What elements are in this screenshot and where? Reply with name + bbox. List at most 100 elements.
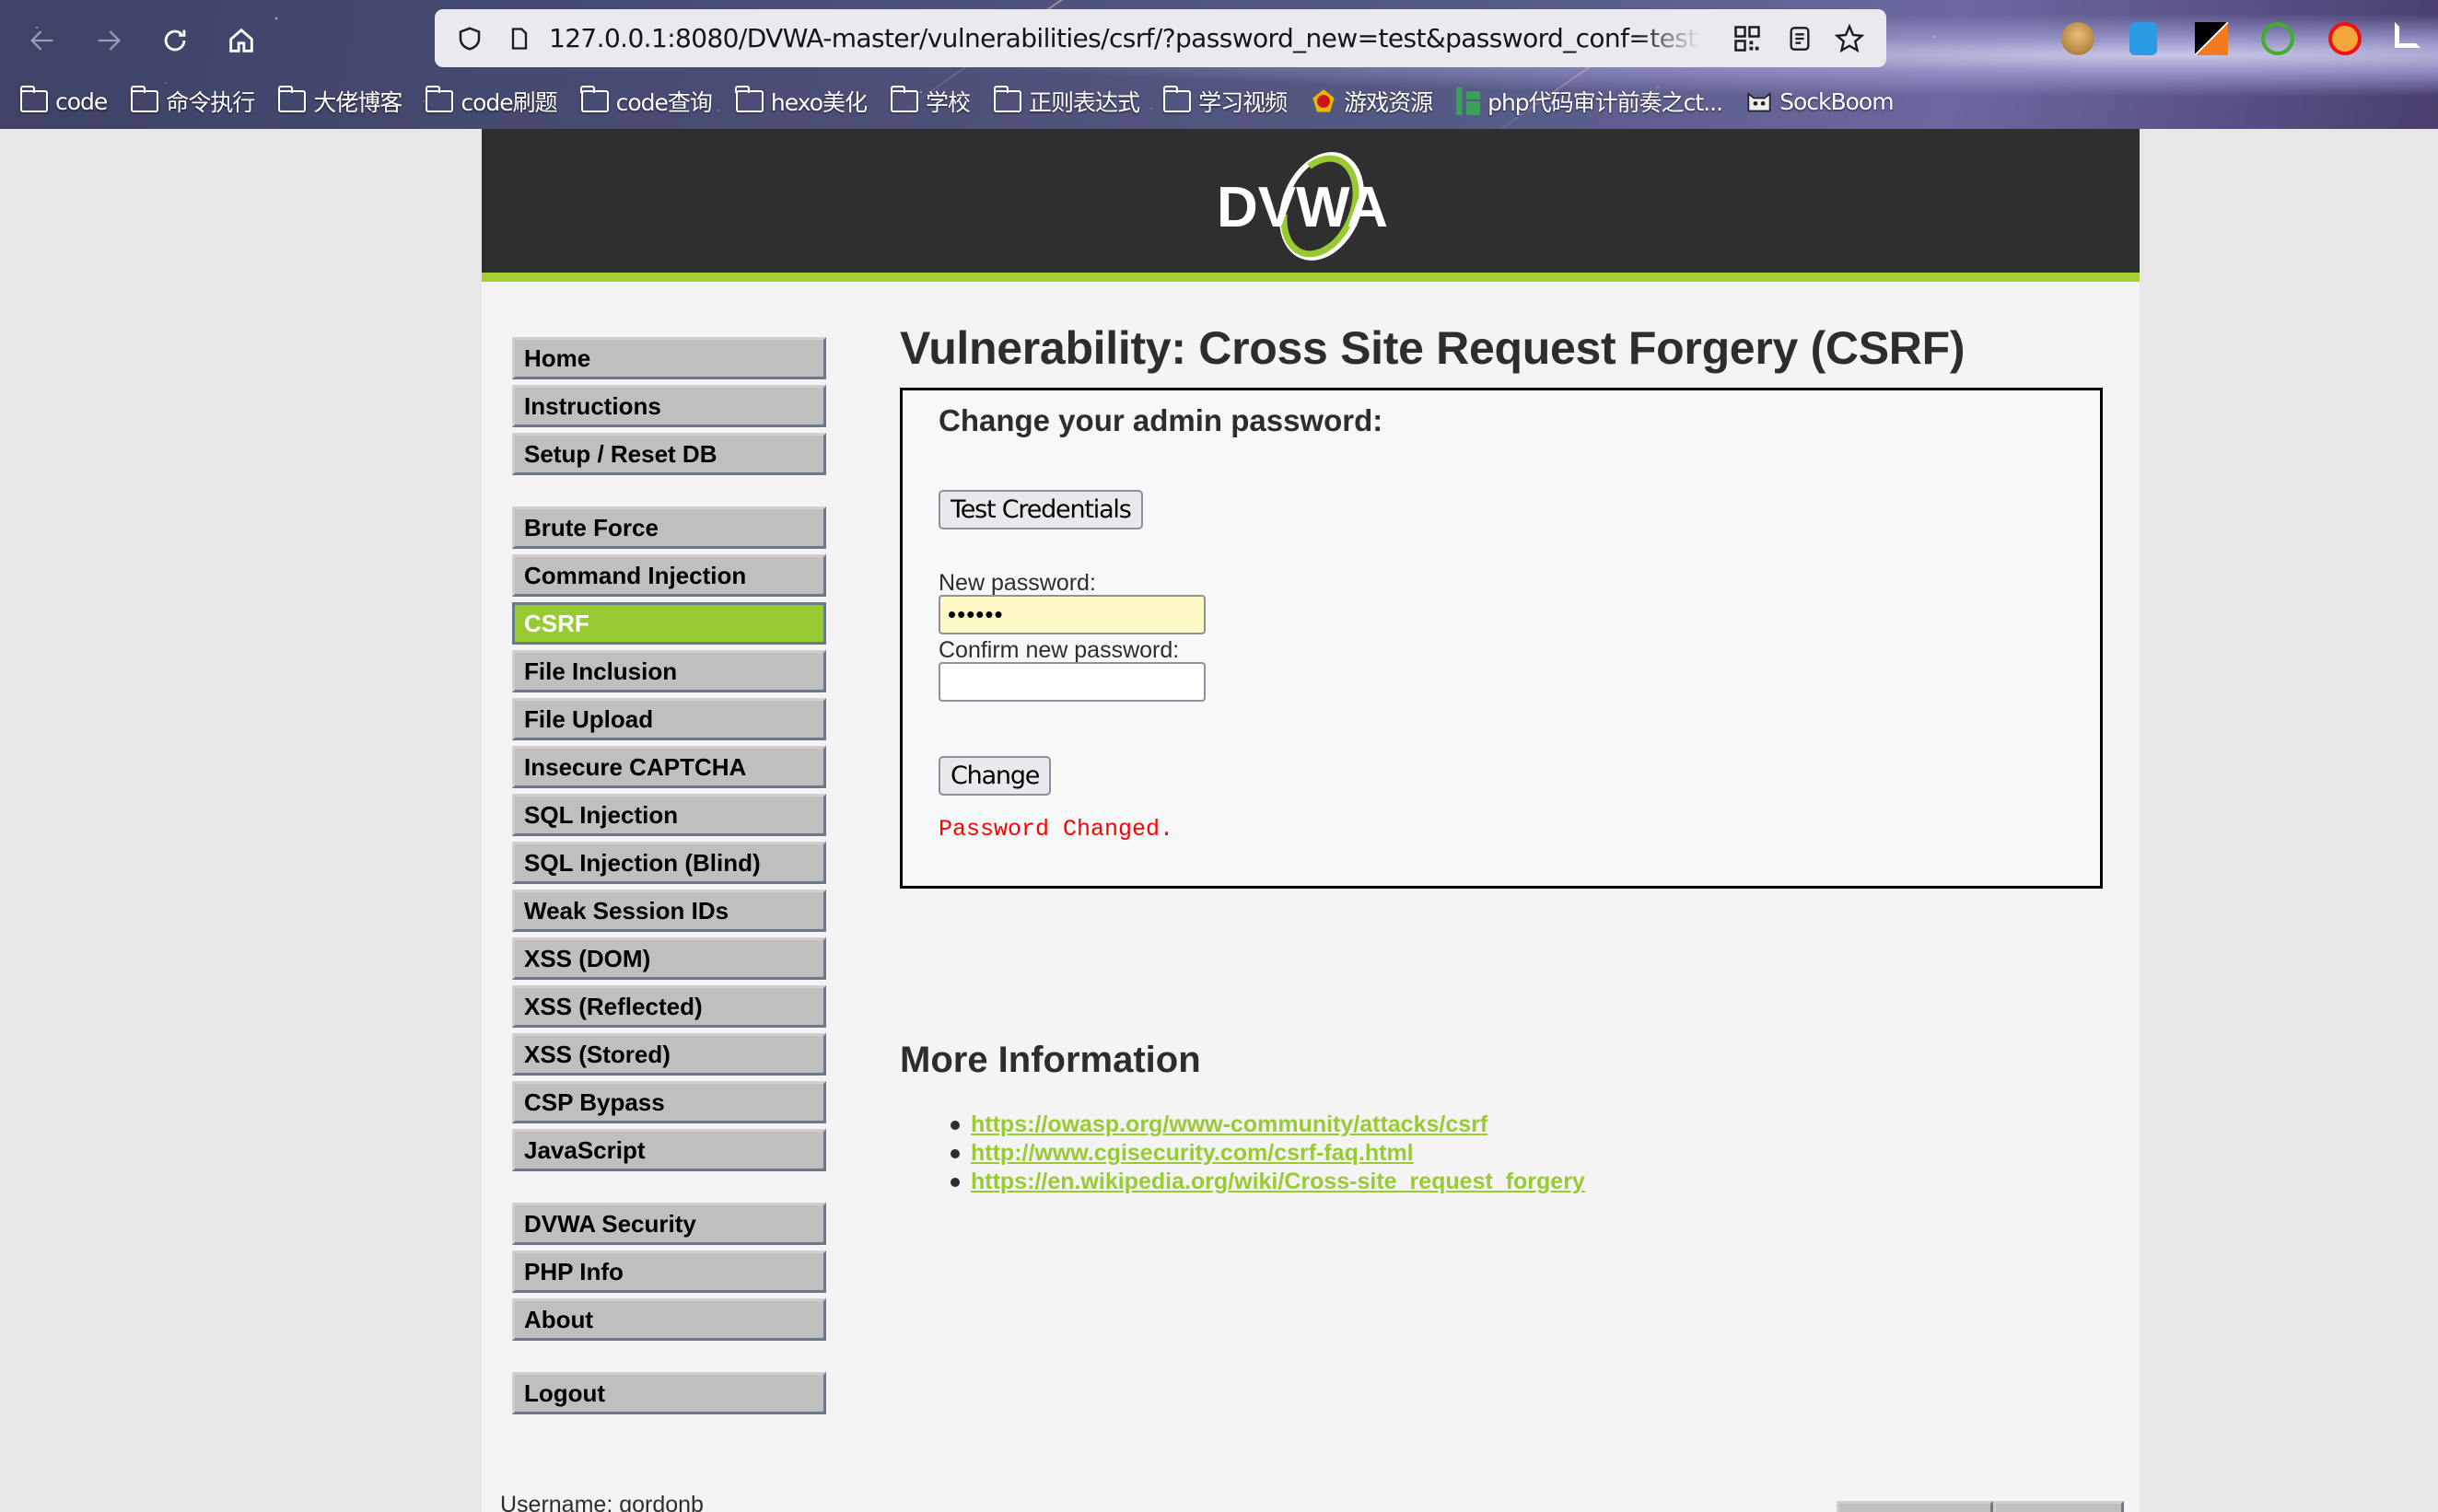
bullet-icon xyxy=(951,1120,960,1130)
crop-icon[interactable] xyxy=(2395,22,2421,48)
view-help-button[interactable] xyxy=(1993,1501,2124,1512)
username-info: Username: gordonb xyxy=(500,1492,704,1512)
page-icon[interactable] xyxy=(499,18,540,59)
bookmark-folder[interactable]: 学习视频 xyxy=(1162,85,1288,118)
folder-icon xyxy=(735,86,764,112)
blue-cat-extension-icon[interactable] xyxy=(2129,22,2157,55)
menu-item-csrf[interactable]: CSRF xyxy=(512,602,826,645)
bookmark-folder[interactable]: 学校 xyxy=(890,85,971,118)
menu-item-php-info[interactable]: PHP Info xyxy=(512,1250,826,1293)
reader-mode-icon[interactable] xyxy=(1779,18,1820,59)
folder-icon xyxy=(890,86,919,112)
list-item: http://www.cgisecurity.com/csrf-faq.html xyxy=(951,1139,1585,1168)
menu-group-session: Logout xyxy=(512,1372,826,1414)
menu-item-about[interactable]: About xyxy=(512,1298,826,1341)
qr-code-icon[interactable] xyxy=(1727,18,1767,59)
menu-item-file-inclusion[interactable]: File Inclusion xyxy=(512,650,826,692)
folder-icon xyxy=(425,86,454,112)
test-credentials-button[interactable]: Test Credentials xyxy=(939,490,1143,529)
bullet-icon xyxy=(951,1177,960,1187)
browser-toolbar: 127.0.0.1:8080/DVWA-master/vulnerabiliti… xyxy=(0,0,2438,129)
menu-item-logout[interactable]: Logout xyxy=(512,1372,826,1414)
home-icon xyxy=(229,28,253,52)
page-title: Vulnerability: Cross Site Request Forger… xyxy=(900,322,1966,374)
forward-button[interactable] xyxy=(87,18,131,63)
menu-item-file-upload[interactable]: File Upload xyxy=(512,698,826,740)
bookmark-link[interactable]: php代码审计前奏之ct... xyxy=(1456,85,1723,118)
reference-links: https://owasp.org/www-community/attacks/… xyxy=(951,1111,1585,1196)
cat-icon xyxy=(1747,92,1771,112)
more-information-heading: More Information xyxy=(900,1040,1201,1080)
avatar-extension-icon[interactable] xyxy=(2061,22,2094,55)
reload-button[interactable] xyxy=(153,18,197,63)
bookmark-folder[interactable]: code查询 xyxy=(580,85,713,118)
menu-group-general: Home Instructions Setup / Reset DB xyxy=(512,337,826,475)
bookmark-folder[interactable]: hexo美化 xyxy=(735,85,868,118)
arrow-right-icon xyxy=(98,30,121,51)
confirm-password-label: Confirm new password: xyxy=(939,637,1180,663)
page-container: DVWA Home Instructions Setup / Reset DB … xyxy=(482,129,2140,1512)
home-button[interactable] xyxy=(219,18,263,63)
folder-icon xyxy=(277,86,307,112)
reference-link-cgisecurity[interactable]: http://www.cgisecurity.com/csrf-faq.html xyxy=(971,1139,1414,1168)
bookmarks-bar: code 命令执行 大佬博客 code刷题 code查询 hexo美化 学校 正… xyxy=(19,83,1918,120)
menu-group-settings: DVWA Security PHP Info About xyxy=(512,1203,826,1341)
shield-icon[interactable] xyxy=(449,18,490,59)
menu-item-csp-bypass[interactable]: CSP Bypass xyxy=(512,1081,826,1123)
folder-icon xyxy=(130,86,159,112)
reference-link-owasp[interactable]: https://owasp.org/www-community/attacks/… xyxy=(971,1111,1487,1139)
orange-split-extension-icon[interactable] xyxy=(2195,22,2228,55)
menu-item-weak-session-ids[interactable]: Weak Session IDs xyxy=(512,890,826,932)
bookmark-folder[interactable]: 大佬博客 xyxy=(277,85,402,118)
confirm-password-input[interactable] xyxy=(939,662,1206,702)
menu-item-setup-reset-db[interactable]: Setup / Reset DB xyxy=(512,433,826,475)
sidebar-menu: Home Instructions Setup / Reset DB Brute… xyxy=(512,337,826,1446)
menu-item-xss-dom[interactable]: XSS (DOM) xyxy=(512,937,826,980)
folder-icon xyxy=(580,86,609,112)
menu-item-xss-reflected[interactable]: XSS (Reflected) xyxy=(512,985,826,1028)
menu-item-home[interactable]: Home xyxy=(512,337,826,379)
menu-item-javascript[interactable]: JavaScript xyxy=(512,1129,826,1171)
address-bar[interactable]: 127.0.0.1:8080/DVWA-master/vulnerabiliti… xyxy=(435,9,1886,67)
change-button[interactable]: Change xyxy=(939,756,1052,796)
green-m-extension-icon[interactable] xyxy=(2261,22,2294,55)
bookmark-folder[interactable]: code刷题 xyxy=(425,85,558,118)
folder-icon xyxy=(1162,86,1192,112)
menu-item-instructions[interactable]: Instructions xyxy=(512,385,826,427)
list-item: https://owasp.org/www-community/attacks/… xyxy=(951,1111,1585,1139)
list-item: https://en.wikipedia.org/wiki/Cross-site… xyxy=(951,1168,1585,1196)
folder-icon xyxy=(19,86,48,112)
arrow-left-icon xyxy=(30,30,53,51)
menu-item-command-injection[interactable]: Command Injection xyxy=(512,554,826,597)
menu-item-sql-injection-blind[interactable]: SQL Injection (Blind) xyxy=(512,842,826,884)
star-icon[interactable] xyxy=(1829,18,1870,59)
menu-item-sql-injection[interactable]: SQL Injection xyxy=(512,794,826,836)
folder-icon xyxy=(993,86,1022,112)
emblem-icon xyxy=(1312,89,1335,112)
new-password-label: New password: xyxy=(939,570,1096,596)
menu-group-vulnerabilities: Brute Force Command Injection CSRF File … xyxy=(512,506,826,1171)
bookmark-folder[interactable]: 正则表达式 xyxy=(993,85,1140,118)
green-bars-icon xyxy=(1456,87,1480,115)
url-input[interactable]: 127.0.0.1:8080/DVWA-master/vulnerabiliti… xyxy=(549,9,1700,67)
csrf-form-panel: Change your admin password: Test Credent… xyxy=(900,388,2103,889)
menu-item-xss-stored[interactable]: XSS (Stored) xyxy=(512,1033,826,1076)
site-header: DVWA xyxy=(482,129,2140,282)
dvwa-logo[interactable]: DVWA xyxy=(1211,145,1414,265)
logo-text: DVWA xyxy=(1217,176,1388,239)
bookmark-folder[interactable]: code xyxy=(19,86,108,115)
menu-item-dvwa-security[interactable]: DVWA Security xyxy=(512,1203,826,1245)
form-heading: Change your admin password: xyxy=(939,403,1383,437)
view-source-button[interactable] xyxy=(1837,1501,1993,1512)
reload-icon xyxy=(164,29,186,52)
new-password-input[interactable]: •••••• xyxy=(939,595,1206,634)
bookmark-folder[interactable]: 命令执行 xyxy=(130,85,255,118)
reference-link-wikipedia[interactable]: https://en.wikipedia.org/wiki/Cross-site… xyxy=(971,1168,1585,1196)
blocked-fox-extension-icon[interactable] xyxy=(2328,22,2362,55)
bullet-icon xyxy=(951,1148,960,1158)
bookmark-link[interactable]: SockBoom xyxy=(1746,88,1895,115)
bookmark-link[interactable]: 游戏资源 xyxy=(1311,85,1433,118)
menu-item-brute-force[interactable]: Brute Force xyxy=(512,506,826,549)
back-button[interactable] xyxy=(20,18,64,63)
menu-item-insecure-captcha[interactable]: Insecure CAPTCHA xyxy=(512,746,826,788)
